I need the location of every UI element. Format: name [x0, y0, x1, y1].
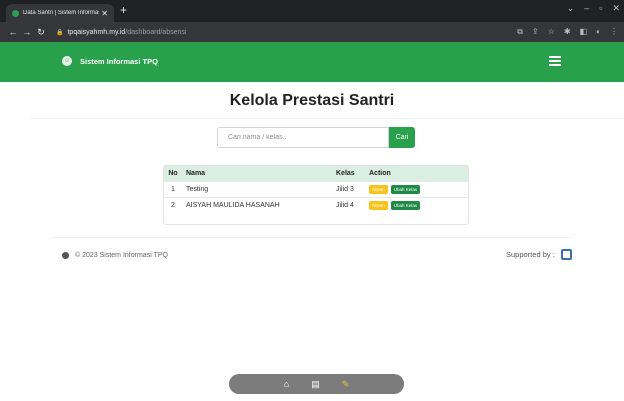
sidebar-icon[interactable]: ◧ [580, 27, 588, 37]
cell-no: 1 [164, 180, 182, 197]
cell-no: 2 [164, 196, 182, 213]
brand-title: Sistem Informasi TPQ [80, 56, 158, 66]
footer-divider [52, 237, 572, 238]
search-input[interactable] [217, 127, 389, 148]
copyright-text: © 2023 Sistem Informasi TPQ [75, 252, 168, 259]
header-nama: Nama [186, 169, 206, 177]
lock-icon: 🔒 [56, 29, 64, 36]
url-host: tpqaisyahmh.my.id [67, 28, 126, 36]
forward-icon[interactable]: → [20, 27, 34, 37]
search-form: Cari [217, 127, 415, 148]
tpq-logo-icon: ☺ [62, 56, 72, 66]
app-navbar: ☺ Sistem Informasi TPQ [0, 42, 624, 82]
tab-close-icon[interactable]: ✕ [101, 9, 108, 18]
supported-text: Supported by : [506, 250, 555, 259]
document-icon[interactable]: ▤ [311, 379, 320, 390]
absen-button[interactable]: Absen [369, 200, 388, 210]
cell-nama: AISYAH MAULIDA HASANAH [182, 196, 332, 213]
search-button[interactable]: Cari [389, 127, 415, 148]
divider [30, 118, 624, 119]
table-row: 1 Testing Jilid 3 Absen Ubah Kelas [164, 180, 468, 197]
bottom-nav: ⌂ ▤ ✎ [229, 374, 404, 394]
toolbar-icons: ⧉ ⇪ ☆ ✱ ◧ ◐ ⋮ [517, 27, 618, 37]
new-tab-button[interactable]: + [120, 3, 127, 17]
menu-toggle-icon[interactable] [549, 56, 561, 67]
home-icon[interactable]: ⌂ [284, 379, 289, 389]
back-icon[interactable]: ← [6, 27, 20, 37]
info-icon [62, 252, 69, 259]
ubah-kelas-button[interactable]: Ubah Kelas [390, 184, 421, 194]
table-header: No Nama Kelas Action [164, 166, 468, 181]
profile-icon[interactable]: ◐ [596, 27, 601, 37]
window-controls: ⌄ – ▫ ✕ [567, 3, 620, 14]
header-action: Action [369, 169, 391, 177]
header-kelas: Kelas [336, 169, 355, 177]
more-icon[interactable]: ⋮ [610, 27, 618, 37]
table-row: 2 AISYAH MAULIDA HASANAH Jilid 4 Absen Ub… [164, 196, 468, 213]
sponsor-logo-icon [560, 249, 572, 260]
favicon-icon [12, 9, 19, 17]
brand[interactable]: ☺ Sistem Informasi TPQ [62, 56, 158, 66]
browser-toolbar: ← → ↻ 🔒 tpqaisyahmh.my.id/dashboard/abse… [0, 22, 624, 42]
cell-action: Absen Ubah Kelas [365, 196, 468, 213]
chevron-down-icon[interactable]: ⌄ [567, 3, 575, 14]
close-window-icon[interactable]: ✕ [612, 3, 620, 14]
cell-kelas: Jilid 4 [332, 196, 365, 213]
footer-supported: Supported by : [506, 249, 572, 260]
tab-title: Data Santri | Sistem Informasi TP [23, 10, 99, 16]
maximize-icon[interactable]: ▫ [599, 3, 602, 14]
santri-table: No Nama Kelas Action 1 Testing Jilid 3 A… [164, 166, 468, 213]
url-path: /dashboard/absensi [125, 28, 187, 36]
star-icon[interactable]: ☆ [548, 27, 555, 37]
cell-nama: Testing [182, 180, 332, 197]
minimize-icon[interactable]: – [584, 3, 589, 14]
extension-icon[interactable]: ✱ [564, 27, 571, 37]
absen-button[interactable]: Absen [369, 184, 388, 194]
footer-copyright: © 2023 Sistem Informasi TPQ [62, 252, 168, 259]
reload-icon[interactable]: ↻ [34, 27, 48, 38]
santri-table-card: No Nama Kelas Action 1 Testing Jilid 3 A… [163, 165, 469, 225]
browser-tab[interactable]: Data Santri | Sistem Informasi TP ✕ [6, 4, 114, 22]
translate-icon[interactable]: ⧉ [517, 27, 523, 37]
browser-tab-strip: Data Santri | Sistem Informasi TP ✕ + ⌄ … [0, 0, 624, 22]
share-icon[interactable]: ⇪ [532, 27, 539, 37]
cell-kelas: Jilid 3 [332, 180, 365, 197]
page-title: Kelola Prestasi Santri [229, 92, 395, 109]
header-no: No [168, 169, 178, 177]
ubah-kelas-button[interactable]: Ubah Kelas [390, 200, 421, 210]
edit-icon[interactable]: ✎ [342, 379, 350, 390]
cell-action: Absen Ubah Kelas [365, 180, 468, 197]
address-bar[interactable]: 🔒 tpqaisyahmh.my.id/dashboard/absensi [56, 29, 186, 36]
